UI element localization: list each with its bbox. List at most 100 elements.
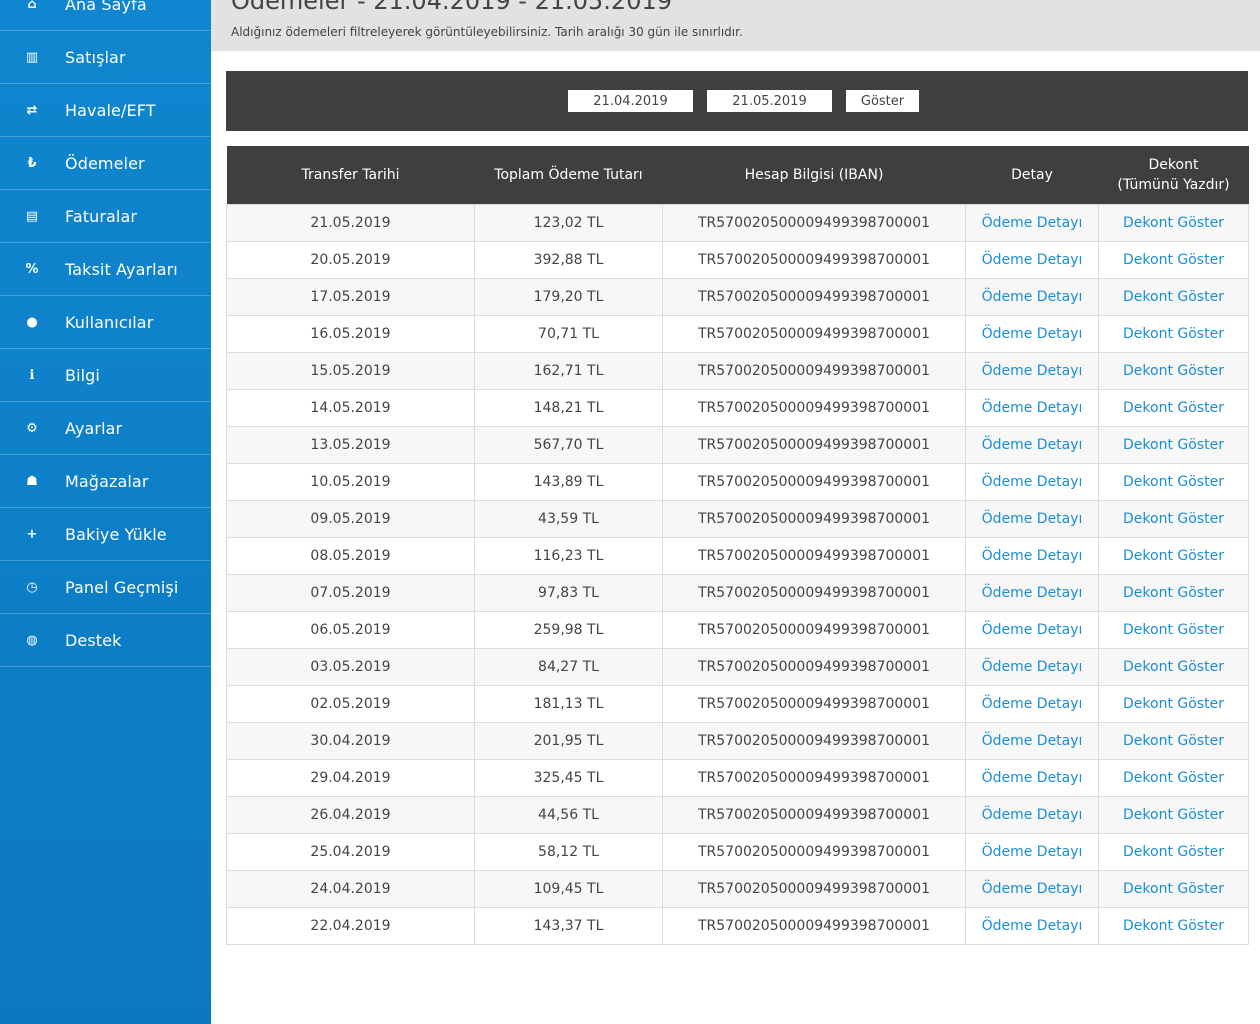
cell-iban: TR570020500009499398700001 bbox=[662, 721, 966, 760]
sidebar-item-4[interactable]: ▤ Faturalar bbox=[0, 190, 211, 243]
payment-detail-link[interactable]: Ödeme Detayı bbox=[965, 721, 1099, 760]
show-receipt-link[interactable]: Dekont Göster bbox=[1098, 351, 1249, 390]
payment-detail-link[interactable]: Ödeme Detayı bbox=[965, 425, 1099, 464]
lira-icon: ₺ bbox=[27, 155, 37, 171]
sidebar-item-label: Taksit Ayarları bbox=[65, 259, 178, 279]
show-receipt-link[interactable]: Dekont Göster bbox=[1098, 499, 1249, 538]
sidebar-item-6[interactable]: ● Kullanıcılar bbox=[0, 296, 211, 349]
payment-detail-link[interactable]: Ödeme Detayı bbox=[965, 795, 1099, 834]
sidebar-item-label: Bilgi bbox=[65, 365, 100, 385]
payment-detail-link[interactable]: Ödeme Detayı bbox=[965, 610, 1099, 649]
info-icon: ℹ bbox=[29, 367, 35, 383]
home-icon: ⌂ bbox=[27, 0, 37, 12]
show-receipt-link[interactable]: Dekont Göster bbox=[1098, 314, 1249, 353]
payment-detail-link[interactable]: Ödeme Detayı bbox=[965, 869, 1099, 908]
show-receipt-link[interactable]: Dekont Göster bbox=[1098, 795, 1249, 834]
header-total-amount: Toplam Ödeme Tutarı bbox=[494, 166, 643, 183]
cell-total-amount: 44,56 TL bbox=[474, 795, 663, 834]
end-date-input[interactable] bbox=[707, 90, 832, 112]
cell-iban: TR570020500009499398700001 bbox=[662, 499, 966, 538]
table-row: 09.05.2019 43,59 TL TR57002050000949939870… bbox=[226, 499, 1249, 538]
sidebar-item-8[interactable]: ⚙ Ayarlar bbox=[0, 402, 211, 455]
show-receipt-link[interactable]: Dekont Göster bbox=[1098, 610, 1249, 649]
sidebar-item-11[interactable]: ◷ Panel Geçmişi bbox=[0, 561, 211, 614]
cell-total-amount: 162,71 TL bbox=[474, 351, 663, 390]
cell-total-amount: 97,83 TL bbox=[474, 573, 663, 612]
table-row: 08.05.2019 116,23 TL TR5700205000094993987… bbox=[226, 536, 1249, 575]
sidebar-item-9[interactable]: ☗ Mağazalar bbox=[0, 455, 211, 508]
sidebar-item-label: Satışlar bbox=[65, 47, 126, 67]
page-title: Ödemeler - 21.04.2019 - 21.05.2019 bbox=[231, 0, 672, 15]
cell-iban: TR570020500009499398700001 bbox=[662, 425, 966, 464]
show-receipt-link[interactable]: Dekont Göster bbox=[1098, 425, 1249, 464]
plus-icon: + bbox=[26, 526, 38, 542]
show-button[interactable]: Göster bbox=[846, 90, 919, 112]
payment-detail-link[interactable]: Ödeme Detayı bbox=[965, 462, 1099, 501]
sidebar-item-10[interactable]: + Bakiye Yükle bbox=[0, 508, 211, 561]
sidebar-item-label: Panel Geçmişi bbox=[65, 577, 179, 597]
payment-detail-link[interactable]: Ödeme Detayı bbox=[965, 573, 1099, 612]
show-receipt-link[interactable]: Dekont Göster bbox=[1098, 647, 1249, 686]
show-receipt-link[interactable]: Dekont Göster bbox=[1098, 203, 1249, 242]
show-receipt-link[interactable]: Dekont Göster bbox=[1098, 573, 1249, 612]
show-receipt-link[interactable]: Dekont Göster bbox=[1098, 684, 1249, 723]
show-receipt-link[interactable]: Dekont Göster bbox=[1098, 462, 1249, 501]
cell-total-amount: 109,45 TL bbox=[474, 869, 663, 908]
cell-transfer-date: 26.04.2019 bbox=[226, 795, 475, 834]
cell-total-amount: 148,21 TL bbox=[474, 388, 663, 427]
sidebar-item-3[interactable]: ₺ Ödemeler bbox=[0, 137, 211, 190]
payment-detail-link[interactable]: Ödeme Detayı bbox=[965, 758, 1099, 797]
payment-detail-link[interactable]: Ödeme Detayı bbox=[965, 832, 1099, 871]
show-receipt-link[interactable]: Dekont Göster bbox=[1098, 758, 1249, 797]
cell-transfer-date: 17.05.2019 bbox=[226, 277, 475, 316]
header-receipt[interactable]: Dekont (Tümünü Yazdır) bbox=[1099, 146, 1249, 204]
show-receipt-link[interactable]: Dekont Göster bbox=[1098, 721, 1249, 760]
header-receipt-label: Dekont bbox=[1148, 156, 1199, 173]
payment-detail-link[interactable]: Ödeme Detayı bbox=[965, 684, 1099, 723]
transfer-icon: ⇄ bbox=[26, 102, 38, 118]
cell-transfer-date: 21.05.2019 bbox=[226, 203, 475, 242]
show-receipt-link[interactable]: Dekont Göster bbox=[1098, 277, 1249, 316]
cell-iban: TR570020500009499398700001 bbox=[662, 351, 966, 390]
sidebar-item-12[interactable]: ◍ Destek bbox=[0, 614, 211, 667]
show-receipt-link[interactable]: Dekont Göster bbox=[1098, 388, 1249, 427]
show-receipt-link[interactable]: Dekont Göster bbox=[1098, 240, 1249, 279]
payment-detail-link[interactable]: Ödeme Detayı bbox=[965, 203, 1099, 242]
sitemap-icon: ☗ bbox=[26, 473, 38, 489]
cell-transfer-date: 30.04.2019 bbox=[226, 721, 475, 760]
show-receipt-link[interactable]: Dekont Göster bbox=[1098, 906, 1249, 945]
history-icon: ◷ bbox=[26, 579, 38, 595]
payment-detail-link[interactable]: Ödeme Detayı bbox=[965, 240, 1099, 279]
print-all-link[interactable]: (Tümünü Yazdır) bbox=[1099, 175, 1249, 195]
show-receipt-link[interactable]: Dekont Göster bbox=[1098, 536, 1249, 575]
cell-iban: TR570020500009499398700001 bbox=[662, 573, 966, 612]
cell-total-amount: 259,98 TL bbox=[474, 610, 663, 649]
payment-detail-link[interactable]: Ödeme Detayı bbox=[965, 314, 1099, 353]
payment-detail-link[interactable]: Ödeme Detayı bbox=[965, 499, 1099, 538]
table-row: 22.04.2019 143,37 TL TR5700205000094993987… bbox=[226, 906, 1249, 945]
payment-detail-link[interactable]: Ödeme Detayı bbox=[965, 388, 1099, 427]
show-receipt-link[interactable]: Dekont Göster bbox=[1098, 832, 1249, 871]
start-date-input[interactable] bbox=[568, 90, 693, 112]
filter-bar: Göster bbox=[226, 71, 1248, 131]
sidebar-item-label: Bakiye Yükle bbox=[65, 524, 167, 544]
sidebar-item-0[interactable]: ⌂ Ana Sayfa bbox=[0, 0, 211, 31]
sidebar-item-5[interactable]: % Taksit Ayarları bbox=[0, 243, 211, 296]
payment-detail-link[interactable]: Ödeme Detayı bbox=[965, 277, 1099, 316]
sidebar-item-2[interactable]: ⇄ Havale/EFT bbox=[0, 84, 211, 137]
sidebar-item-1[interactable]: ▥ Satışlar bbox=[0, 31, 211, 84]
cell-transfer-date: 03.05.2019 bbox=[226, 647, 475, 686]
payment-detail-link[interactable]: Ödeme Detayı bbox=[965, 647, 1099, 686]
sidebar-item-7[interactable]: ℹ Bilgi bbox=[0, 349, 211, 402]
cell-iban: TR570020500009499398700001 bbox=[662, 832, 966, 871]
cell-transfer-date: 08.05.2019 bbox=[226, 536, 475, 575]
show-receipt-link[interactable]: Dekont Göster bbox=[1098, 869, 1249, 908]
table-row: 30.04.2019 201,95 TL TR5700205000094993987… bbox=[226, 721, 1249, 760]
cell-transfer-date: 10.05.2019 bbox=[226, 462, 475, 501]
payment-detail-link[interactable]: Ödeme Detayı bbox=[965, 536, 1099, 575]
cell-transfer-date: 07.05.2019 bbox=[226, 573, 475, 612]
payment-detail-link[interactable]: Ödeme Detayı bbox=[965, 906, 1099, 945]
payment-detail-link[interactable]: Ödeme Detayı bbox=[965, 351, 1099, 390]
page-description: Aldığınız ödemeleri filtreleyerek görünt… bbox=[231, 25, 743, 39]
table-row: 26.04.2019 44,56 TL TR57002050000949939870… bbox=[226, 795, 1249, 834]
